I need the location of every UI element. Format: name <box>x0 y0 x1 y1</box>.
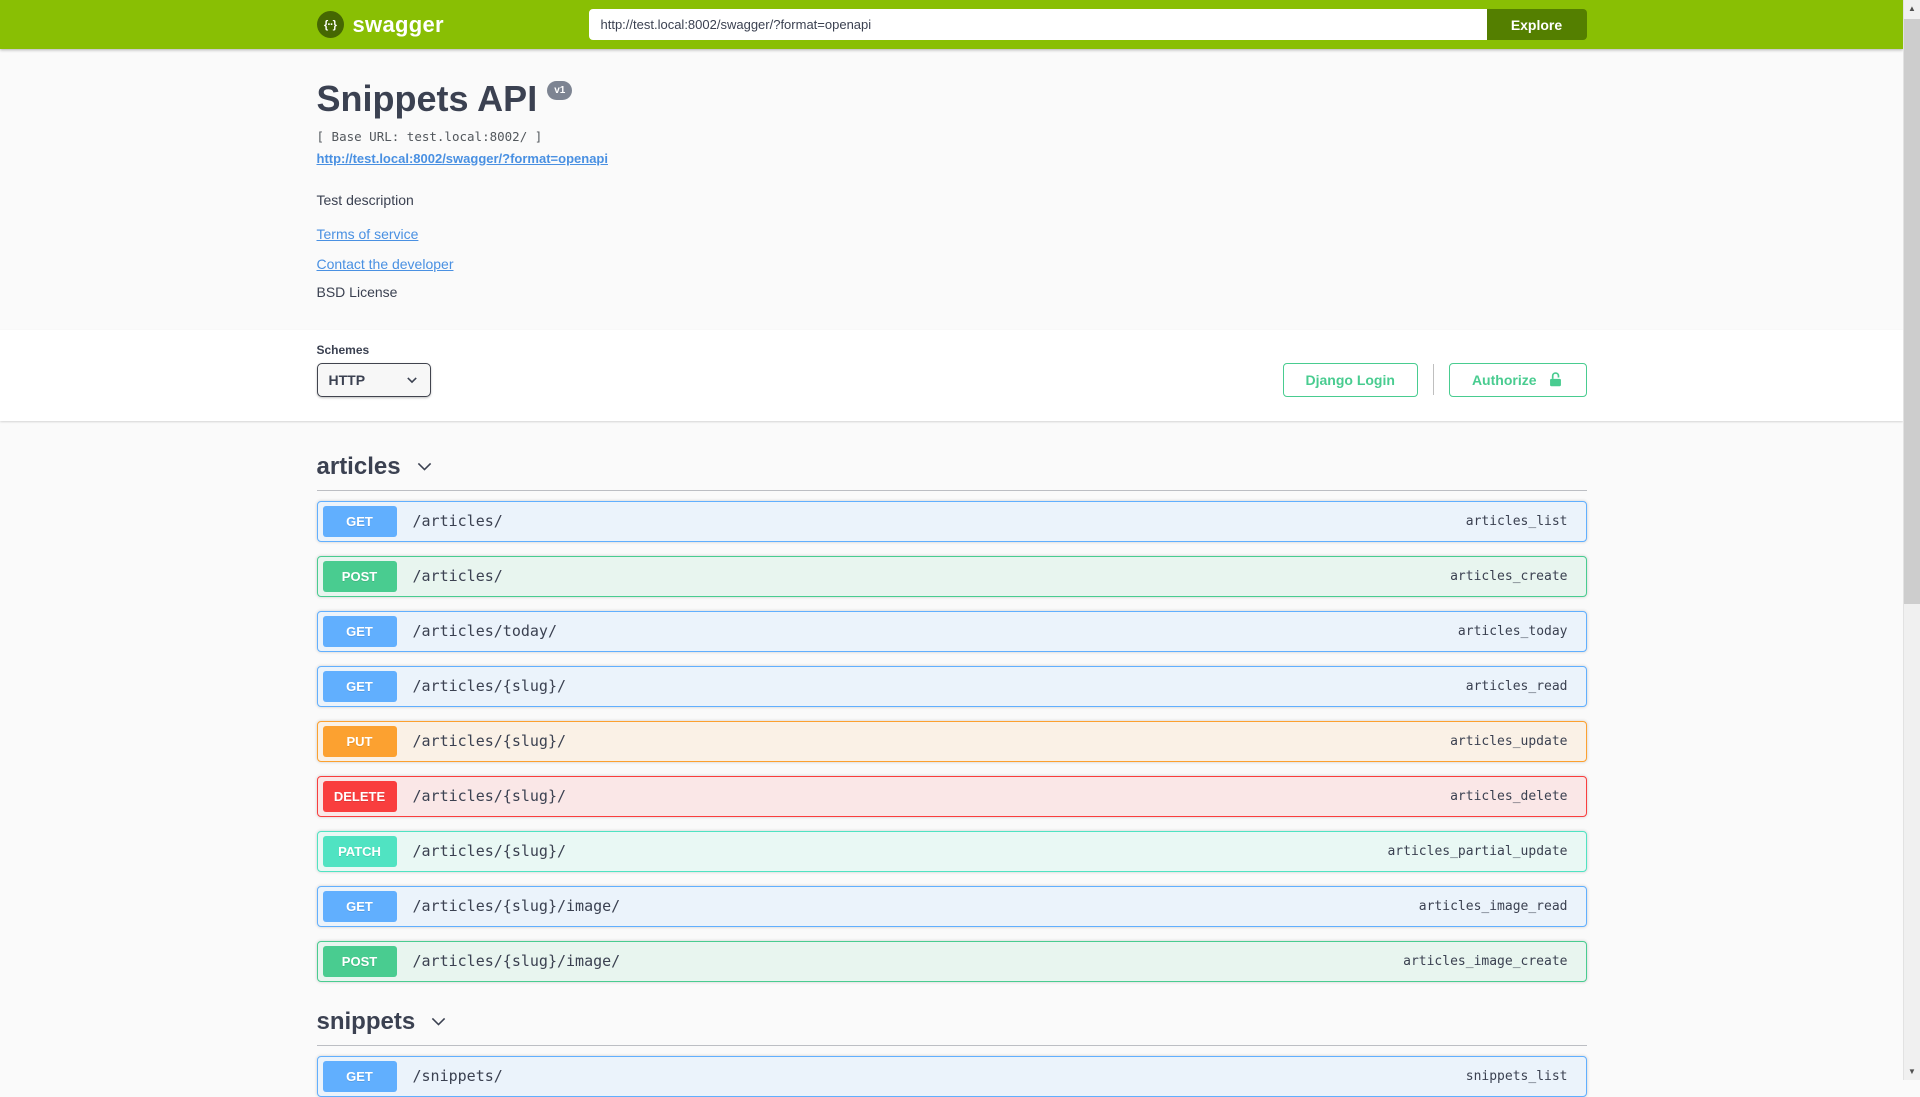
chevron-down-icon <box>432 1017 446 1026</box>
operation-row[interactable]: POST /articles/{slug}/image/ articles_im… <box>316 940 1587 982</box>
base-url-line: [ Base URL: test.local:8002/ ] <box>316 128 543 144</box>
operation-row[interactable]: PUT /articles/{slug}/ articles_update <box>316 720 1587 762</box>
section-title: articles <box>316 452 401 480</box>
op-path: /articles/{slug}/ <box>412 787 567 806</box>
op-id: articles_partial_update <box>1387 843 1568 859</box>
operation-row[interactable]: DELETE /articles/{slug}/ articles_delete <box>316 775 1587 817</box>
scheme-container: Schemes HTTP Django Login Authorize <box>0 329 1903 421</box>
operation-row[interactable]: GET /articles/ articles_list <box>316 500 1587 542</box>
op-path: /articles/ <box>412 567 503 586</box>
scroll-up-arrow-icon[interactable]: ▲ <box>1904 0 1920 17</box>
explore-button[interactable]: Explore <box>1486 9 1587 40</box>
scrollbar-thumb[interactable] <box>1904 19 1920 604</box>
method-badge: GET <box>322 615 397 647</box>
scrollbar[interactable]: ▲ ▼ <box>1903 0 1920 1080</box>
op-id: articles_image_create <box>1403 953 1568 969</box>
op-id: articles_create <box>1450 568 1568 584</box>
section-rows: GET /snippets/ snippets_list <box>316 1046 1587 1097</box>
method-badge: POST <box>322 945 397 977</box>
chevron-down-icon <box>417 462 431 471</box>
op-path: /snippets/ <box>412 1067 503 1086</box>
op-id: articles_delete <box>1450 788 1568 804</box>
section-header[interactable]: articles <box>317 453 1587 481</box>
api-description: Test description <box>316 191 414 208</box>
method-badge: GET <box>322 670 397 702</box>
operation-row[interactable]: GET /articles/today/ articles_today <box>316 610 1587 652</box>
op-path: /articles/{slug}/ <box>412 732 567 751</box>
operation-row[interactable]: GET /articles/{slug}/ articles_read <box>316 665 1587 707</box>
license-text: BSD License <box>316 283 398 300</box>
authorize-button[interactable]: Authorize <box>1448 362 1587 397</box>
op-id: articles_read <box>1465 678 1568 694</box>
op-id: articles_today <box>1457 623 1568 639</box>
spec-url-bar: Explore <box>588 9 1587 40</box>
tag-section: snippets GET /snippets/ snippets_list <box>316 1008 1587 1097</box>
op-id: articles_image_read <box>1418 898 1568 914</box>
swagger-braces-icon: {··} <box>316 11 344 38</box>
tag-section: articles GET /articles/ articles_list PO… <box>316 453 1587 982</box>
operation-row[interactable]: PATCH /articles/{slug}/ articles_partial… <box>316 830 1587 872</box>
auth-divider <box>1432 364 1434 396</box>
op-path: /articles/{slug}/image/ <box>412 952 621 971</box>
op-id: snippets_list <box>1465 1068 1568 1084</box>
section-header[interactable]: snippets <box>317 1008 1587 1036</box>
chevron-down-icon <box>406 376 417 383</box>
auth-wrapper: Django Login Authorize <box>1282 362 1587 397</box>
authorize-label: Authorize <box>1471 371 1537 388</box>
terms-of-service-link[interactable]: Terms of service <box>317 226 419 242</box>
method-badge: PUT <box>322 725 397 757</box>
section-title: snippets <box>316 1007 416 1035</box>
op-path: /articles/{slug}/image/ <box>412 897 621 916</box>
method-badge: GET <box>322 1060 397 1092</box>
swagger-logo[interactable]: {··} swagger <box>316 11 444 38</box>
op-path: /articles/ <box>412 512 503 531</box>
spec-json-link[interactable]: http://test.local:8002/swagger/?format=o… <box>317 151 608 166</box>
op-id: articles_update <box>1450 733 1568 749</box>
method-badge: GET <box>322 890 397 922</box>
brand-name: swagger <box>352 11 444 37</box>
operation-row[interactable]: GET /snippets/ snippets_list <box>316 1055 1587 1097</box>
op-path: /articles/{slug}/ <box>412 677 567 696</box>
spec-url-input[interactable] <box>588 9 1487 40</box>
scroll-down-arrow-icon[interactable]: ▼ <box>1904 1063 1920 1080</box>
operation-row[interactable]: GET /articles/{slug}/image/ articles_ima… <box>316 885 1587 927</box>
topbar: {··} swagger Explore <box>0 0 1903 49</box>
method-badge: PATCH <box>322 835 397 867</box>
contact-developer-link[interactable]: Contact the developer <box>317 256 454 272</box>
operations: articles GET /articles/ articles_list PO… <box>316 453 1587 1097</box>
page-title: Snippets API <box>316 78 538 119</box>
operation-row[interactable]: POST /articles/ articles_create <box>316 555 1587 597</box>
method-badge: DELETE <box>322 780 397 812</box>
section-rows: GET /articles/ articles_list POST /artic… <box>316 491 1587 982</box>
info-section: Snippets API v1 [ Base URL: test.local:8… <box>0 49 1903 330</box>
version-badge: v1 <box>547 81 573 100</box>
schemes-selected-value: HTTP <box>328 371 366 388</box>
method-badge: POST <box>322 560 397 592</box>
schemes-label: Schemes <box>316 342 370 357</box>
schemes-select[interactable]: HTTP <box>316 362 431 397</box>
unlocked-padlock-icon <box>1549 372 1561 387</box>
method-badge: GET <box>322 505 397 537</box>
op-id: articles_list <box>1465 513 1568 529</box>
op-path: /articles/today/ <box>412 622 558 641</box>
op-path: /articles/{slug}/ <box>412 842 567 861</box>
django-login-label: Django Login <box>1305 371 1395 388</box>
django-login-button[interactable]: Django Login <box>1282 362 1418 397</box>
